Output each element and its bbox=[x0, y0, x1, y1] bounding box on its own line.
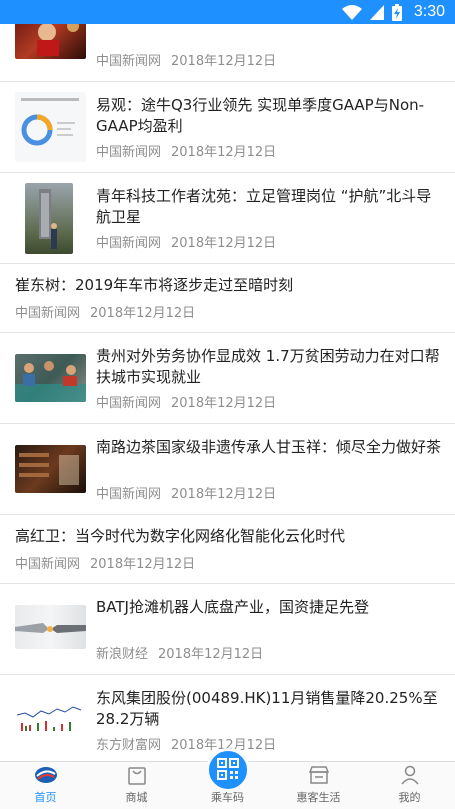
news-date: 2018年12月12日 bbox=[90, 557, 196, 572]
news-meta: 中国新闻网 2018年12月12日 bbox=[96, 141, 276, 160]
news-title: 东风集团股份(00489.HK)11月销售量降20.25%至28.2万辆 bbox=[96, 689, 438, 728]
tab-label: 商城 bbox=[125, 791, 148, 804]
news-meta: 东方财富网 2018年12月12日 bbox=[96, 734, 276, 753]
news-source: 中国新闻网 bbox=[96, 145, 162, 160]
news-item[interactable]: 贵州对外劳务协作显成效 1.7万贫困劳动力在对口帮扶城市实现就业 中国新闻网 20… bbox=[0, 333, 455, 424]
news-meta: 中国新闻网 2018年12月12日 bbox=[96, 392, 276, 411]
news-source: 东方财富网 bbox=[96, 738, 162, 753]
news-source: 中国新闻网 bbox=[15, 306, 81, 321]
news-source: 中国新闻网 bbox=[96, 236, 162, 251]
news-meta: 中国新闻网 2018年12月12日 bbox=[96, 483, 276, 502]
news-title: BATJ抢滩机器人底盘产业，国资捷足先登 bbox=[96, 598, 369, 616]
news-date: 2018年12月12日 bbox=[171, 487, 277, 502]
news-meta: 中国新闻网 2018年12月12日 bbox=[96, 50, 276, 69]
news-title: 崔东树：2019年车市将逐步走过至暗时刻 bbox=[15, 276, 294, 294]
news-item[interactable]: 中国新闻网 2018年12月12日 bbox=[0, 24, 455, 82]
news-date: 2018年12月12日 bbox=[171, 236, 277, 251]
tab-shop[interactable]: 商城 bbox=[91, 762, 182, 809]
news-source: 新浪财经 bbox=[96, 647, 149, 662]
news-title: 南路边茶国家级非遗传承人甘玉祥：倾尽全力做好茶 bbox=[96, 438, 442, 456]
tab-ride-code[interactable]: 乘车码 bbox=[182, 748, 273, 809]
qr-code-icon bbox=[216, 757, 239, 783]
tab-home[interactable]: 首页 bbox=[0, 762, 91, 809]
news-thumbnail bbox=[15, 693, 86, 743]
tab-profile[interactable]: 我的 bbox=[364, 762, 455, 809]
news-feed[interactable]: 中国新闻网 2018年12月12日 易观：途牛Q3行业领先 实现单季度GAAP与N… bbox=[0, 24, 455, 761]
news-item[interactable]: 南路边茶国家级非遗传承人甘玉祥：倾尽全力做好茶 中国新闻网 2018年12月12日 bbox=[0, 424, 455, 515]
news-source: 中国新闻网 bbox=[96, 396, 162, 411]
news-thumbnail bbox=[15, 354, 86, 402]
battery-charging-icon bbox=[391, 3, 402, 21]
news-thumbnail bbox=[15, 445, 86, 493]
news-source: 中国新闻网 bbox=[96, 54, 162, 69]
news-item[interactable]: 易观：途牛Q3行业领先 实现单季度GAAP与Non-GAAP均盈利 中国新闻网 2… bbox=[0, 82, 455, 173]
wifi-icon bbox=[341, 4, 362, 20]
news-meta: 中国新闻网 2018年12月12日 bbox=[15, 553, 195, 572]
news-date: 2018年12月12日 bbox=[171, 396, 277, 411]
home-icon bbox=[34, 764, 58, 786]
tab-label: 我的 bbox=[398, 791, 421, 804]
news-date: 2018年12月12日 bbox=[171, 54, 277, 69]
news-date: 2018年12月12日 bbox=[158, 647, 264, 662]
news-meta: 中国新闻网 2018年12月12日 bbox=[15, 302, 195, 321]
tab-label: 惠客生活 bbox=[296, 791, 341, 804]
news-thumbnail bbox=[15, 92, 86, 162]
news-meta: 中国新闻网 2018年12月12日 bbox=[96, 232, 276, 251]
profile-icon bbox=[398, 764, 422, 786]
status-bar: 3:30 bbox=[0, 0, 455, 24]
news-item[interactable]: 高红卫：当今时代为数字化网络化智能化云化时代 中国新闻网 2018年12月12日 bbox=[0, 515, 455, 584]
news-thumbnail bbox=[25, 183, 73, 254]
news-date: 2018年12月12日 bbox=[90, 306, 196, 321]
news-source: 中国新闻网 bbox=[96, 487, 162, 502]
tab-life[interactable]: 惠客生活 bbox=[273, 762, 364, 809]
news-source: 中国新闻网 bbox=[15, 557, 81, 572]
ride-code-button[interactable] bbox=[205, 748, 250, 792]
shop-bag-icon bbox=[125, 764, 149, 786]
store-icon bbox=[307, 764, 331, 786]
tab-label: 首页 bbox=[34, 791, 57, 804]
signal-icon bbox=[369, 4, 384, 20]
news-item[interactable]: BATJ抢滩机器人底盘产业，国资捷足先登 新浪财经 2018年12月12日 bbox=[0, 584, 455, 675]
news-item[interactable]: 青年科技工作者沈苑：立足管理岗位 “护航”北斗导航卫星 中国新闻网 2018年12… bbox=[0, 173, 455, 264]
news-title: 易观：途牛Q3行业领先 实现单季度GAAP与Non-GAAP均盈利 bbox=[96, 96, 425, 135]
news-date: 2018年12月12日 bbox=[171, 145, 277, 160]
status-time: 3:30 bbox=[413, 3, 445, 20]
news-title: 贵州对外劳务协作显成效 1.7万贫困劳动力在对口帮扶城市实现就业 bbox=[96, 347, 440, 386]
news-title: 高红卫：当今时代为数字化网络化智能化云化时代 bbox=[15, 527, 346, 545]
news-meta: 新浪财经 2018年12月12日 bbox=[96, 643, 263, 662]
news-title: 青年科技工作者沈苑：立足管理岗位 “护航”北斗导航卫星 bbox=[96, 187, 432, 226]
news-thumbnail bbox=[15, 605, 86, 649]
news-item[interactable]: 崔东树：2019年车市将逐步走过至暗时刻 中国新闻网 2018年12月12日 bbox=[0, 264, 455, 333]
bottom-tab-bar: 首页 商城 乘车码 惠客生活 我的 bbox=[0, 748, 455, 809]
news-thumbnail bbox=[15, 24, 86, 59]
